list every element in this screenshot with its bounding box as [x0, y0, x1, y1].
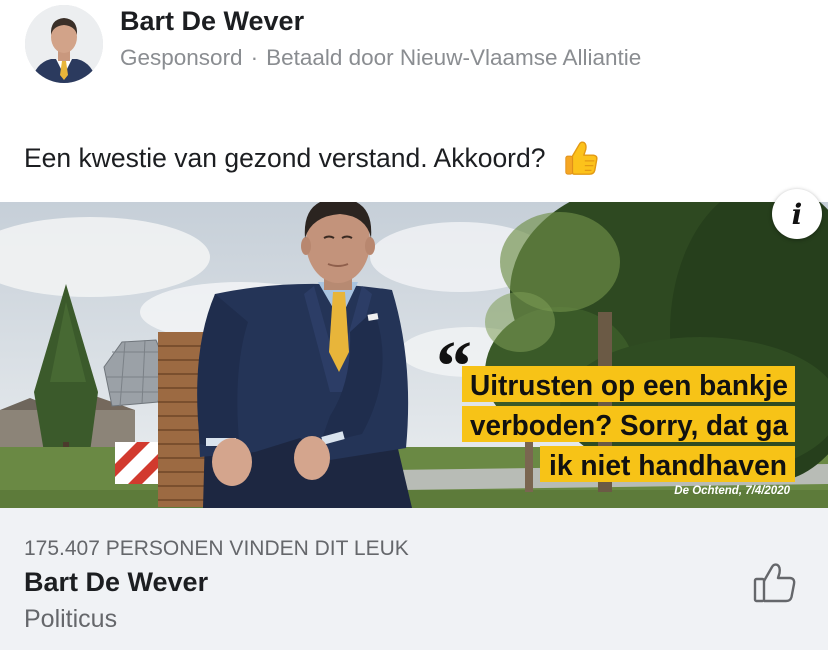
author-avatar[interactable]	[25, 5, 103, 83]
quote-source: De Ochtend, 7/4/2020	[674, 485, 790, 497]
avatar-photo	[25, 5, 103, 83]
meta-separator: ·	[250, 45, 259, 70]
quote-line-1: Uitrusten op een bankje	[470, 370, 788, 402]
page-category: Politicus	[24, 605, 118, 633]
ad-image[interactable]: “ Uitrusten op een bankje verboden? Sorr…	[0, 202, 828, 508]
page-likes-count: 175.407 PERSONEN VINDEN DIT LEUK	[24, 537, 409, 560]
paid-by-label: Betaald door Nieuw-Vlaamse Alliantie	[266, 45, 642, 70]
author-name[interactable]: Bart De Wever	[120, 4, 304, 38]
sponsored-label[interactable]: Gesponsord	[120, 45, 243, 70]
thumbs-up-outline-icon	[753, 563, 796, 603]
quote-line-2: verboden? Sorry, dat ga	[470, 410, 789, 442]
thumbs-up-emoji-icon	[562, 139, 600, 177]
ad-photo: “ Uitrusten op een bankje verboden? Sorr…	[0, 202, 828, 508]
like-page-button[interactable]	[752, 561, 798, 605]
post-message-text: Een kwestie van gezond verstand. Akkoord…	[24, 143, 546, 173]
ad-info-button[interactable]: i	[772, 189, 822, 239]
quote-line-3: ik niet handhaven	[549, 450, 787, 482]
page-name[interactable]: Bart De Wever	[24, 565, 208, 599]
post-message: Een kwestie van gezond verstand. Akkoord…	[24, 139, 600, 177]
post-meta: Gesponsord · Betaald door Nieuw-Vlaamse Al…	[120, 43, 641, 73]
info-icon: i	[791, 197, 803, 231]
